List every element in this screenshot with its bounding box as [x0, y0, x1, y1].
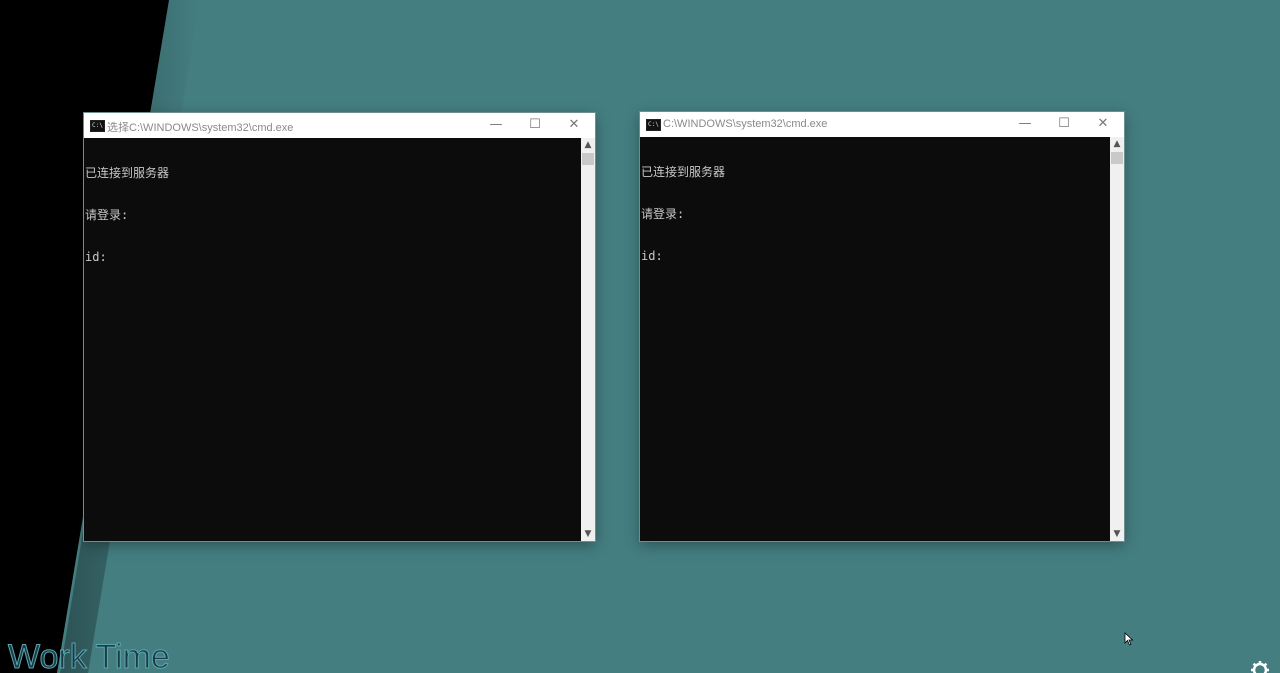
scroll-down-arrow-icon[interactable]: ▼ [1110, 527, 1124, 541]
cmd-icon [646, 119, 661, 131]
minimize-button[interactable]: — [1006, 112, 1044, 137]
console-line: 已连接到服务器 [641, 165, 726, 179]
console-line: id: [85, 250, 107, 264]
minimize-button[interactable]: — [477, 113, 515, 138]
cmd-icon [90, 120, 105, 132]
window-title: 选择C:\WINDOWS\system32\cmd.exe [107, 122, 294, 134]
scroll-down-arrow-icon[interactable]: ▼ [581, 527, 595, 541]
title-bar[interactable]: C:\WINDOWS\system32\cmd.exe — ☐ ✕ [640, 112, 1124, 137]
console-output[interactable]: 已连接到服务器 请登录: id: [640, 137, 1110, 541]
title-bar[interactable]: 选择C:\WINDOWS\system32\cmd.exe — ☐ ✕ [84, 113, 595, 138]
scroll-up-arrow-icon[interactable]: ▲ [1110, 137, 1124, 151]
cmd-window-1[interactable]: 选择C:\WINDOWS\system32\cmd.exe — ☐ ✕ 已连接到… [84, 113, 595, 541]
console-output[interactable]: 已连接到服务器 请登录: id: [84, 138, 581, 541]
console-line: 已连接到服务器 [85, 166, 170, 180]
gear-icon[interactable] [1250, 660, 1270, 673]
close-button[interactable]: ✕ [1084, 112, 1122, 137]
maximize-button[interactable]: ☐ [1045, 112, 1083, 137]
console-line: 请登录: [85, 208, 129, 222]
mouse-cursor-icon [1124, 632, 1134, 646]
scroll-thumb[interactable] [582, 153, 594, 165]
scroll-thumb[interactable] [1111, 152, 1123, 164]
console-line: id: [641, 249, 663, 263]
desktop: 选择C:\WINDOWS\system32\cmd.exe — ☐ ✕ 已连接到… [0, 0, 1280, 673]
maximize-button[interactable]: ☐ [516, 113, 554, 138]
vertical-scrollbar[interactable]: ▲ ▼ [1110, 137, 1124, 541]
console-line: 请登录: [641, 207, 685, 221]
window-title: C:\WINDOWS\system32\cmd.exe [663, 118, 828, 130]
scroll-up-arrow-icon[interactable]: ▲ [581, 138, 595, 152]
cmd-window-2[interactable]: C:\WINDOWS\system32\cmd.exe — ☐ ✕ 已连接到服务… [640, 112, 1124, 541]
desktop-watermark: Work Time [8, 638, 171, 673]
vertical-scrollbar[interactable]: ▲ ▼ [581, 138, 595, 541]
close-button[interactable]: ✕ [555, 113, 593, 138]
